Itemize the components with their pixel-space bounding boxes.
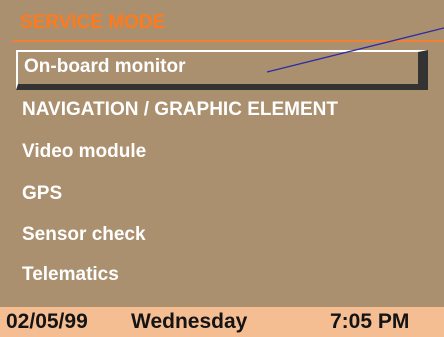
menu-item-navigation-graphic-element[interactable]: NAVIGATION / GRAPHIC ELEMENT — [22, 93, 338, 127]
menu-item-on-board-monitor[interactable]: On-board monitor — [16, 50, 428, 90]
service-mode-screen: SERVICE MODE On-board monitor NAVIGATION… — [0, 0, 444, 337]
menu-item-gps[interactable]: GPS — [22, 177, 62, 211]
title-divider — [12, 40, 444, 42]
status-bar: 02/05/99 Wednesday 7:05 PM — [0, 307, 444, 337]
status-date: 02/05/99 — [6, 310, 88, 333]
status-day: Wednesday — [131, 310, 248, 333]
menu-item-video-module[interactable]: Video module — [22, 135, 146, 169]
menu-item-telematics[interactable]: Telematics — [22, 258, 119, 292]
menu-item-sensor-check[interactable]: Sensor check — [22, 218, 146, 252]
status-time: 7:05 PM — [330, 310, 410, 333]
service-mode-title: SERVICE MODE — [20, 12, 166, 33]
